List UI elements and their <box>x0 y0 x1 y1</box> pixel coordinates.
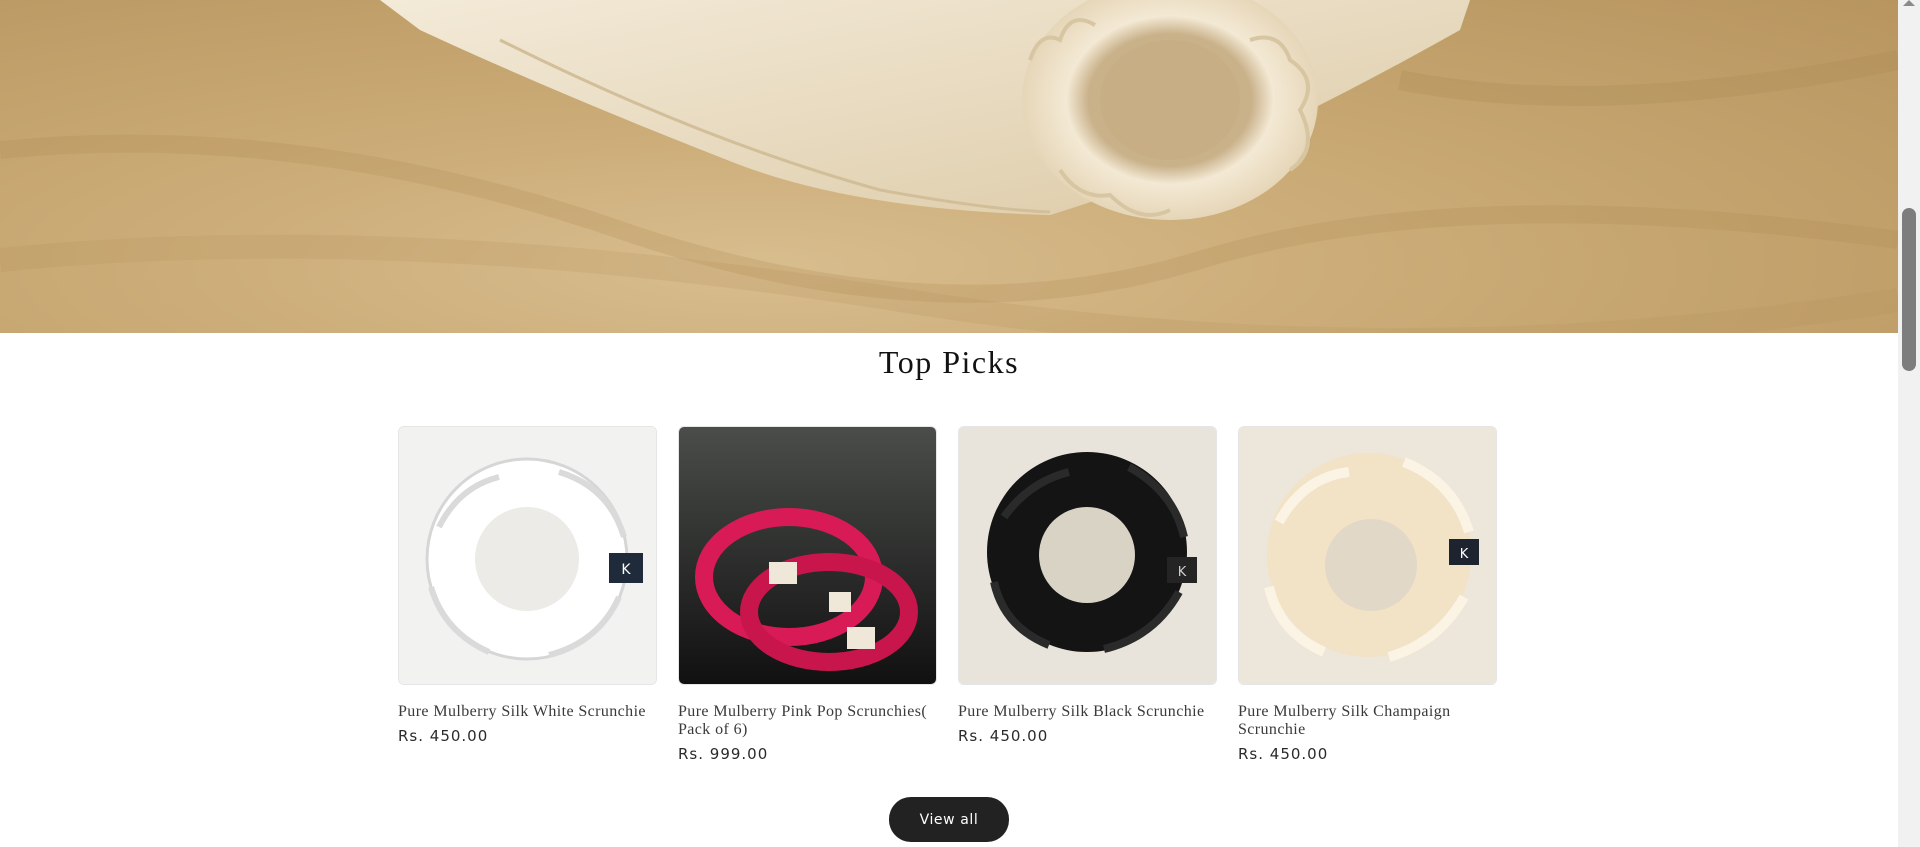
section-title: Top Picks <box>878 344 1020 380</box>
product-image-pink-pack[interactable] <box>678 426 937 685</box>
view-all-button[interactable]: View all <box>889 797 1009 842</box>
hero-banner-image <box>0 0 1898 333</box>
product-title[interactable]: Pure Mulberry Pink Pop Scrunchies( Pack … <box>678 703 938 739</box>
product-image-black-scrunchie[interactable]: K <box>958 426 1217 685</box>
product-grid: K Pure Mulberry Silk White Scrunchie Rs.… <box>398 426 1498 766</box>
page: Top Picks K Pure Mulberry Silk White Scr… <box>0 0 1898 847</box>
product-title[interactable]: Pure Mulberry Silk Black Scrunchie <box>958 703 1218 721</box>
scrollbar-thumb[interactable] <box>1902 208 1916 371</box>
brand-tag-label: K <box>621 562 631 578</box>
product-price: Rs. 999.00 <box>678 745 769 763</box>
product-price: Rs. 450.00 <box>958 727 1049 745</box>
brand-tag-label: K <box>1460 547 1469 562</box>
vertical-scrollbar[interactable] <box>1898 0 1920 847</box>
product-price: Rs. 450.00 <box>398 727 489 745</box>
product-title[interactable]: Pure Mulberry Silk Champaign Scrunchie <box>1238 703 1498 739</box>
product-card-white-scrunchie[interactable]: K Pure Mulberry Silk White Scrunchie Rs.… <box>398 426 658 745</box>
product-price: Rs. 450.00 <box>1238 745 1329 763</box>
product-card-pink-pack[interactable]: Pure Mulberry Pink Pop Scrunchies( Pack … <box>678 426 938 763</box>
product-card-champaign-scrunchie[interactable]: K Pure Mulberry Silk Champaign Scrunchie… <box>1238 426 1498 763</box>
product-card-black-scrunchie[interactable]: K Pure Mulberry Silk Black Scrunchie Rs.… <box>958 426 1218 745</box>
brand-tag-label: K <box>1178 565 1187 580</box>
product-image-white-scrunchie[interactable]: K <box>398 426 657 685</box>
product-image-champaign-scrunchie[interactable]: K <box>1238 426 1497 685</box>
product-title[interactable]: Pure Mulberry Silk White Scrunchie <box>398 703 658 721</box>
scroll-up-arrow-icon[interactable] <box>1903 0 1915 6</box>
